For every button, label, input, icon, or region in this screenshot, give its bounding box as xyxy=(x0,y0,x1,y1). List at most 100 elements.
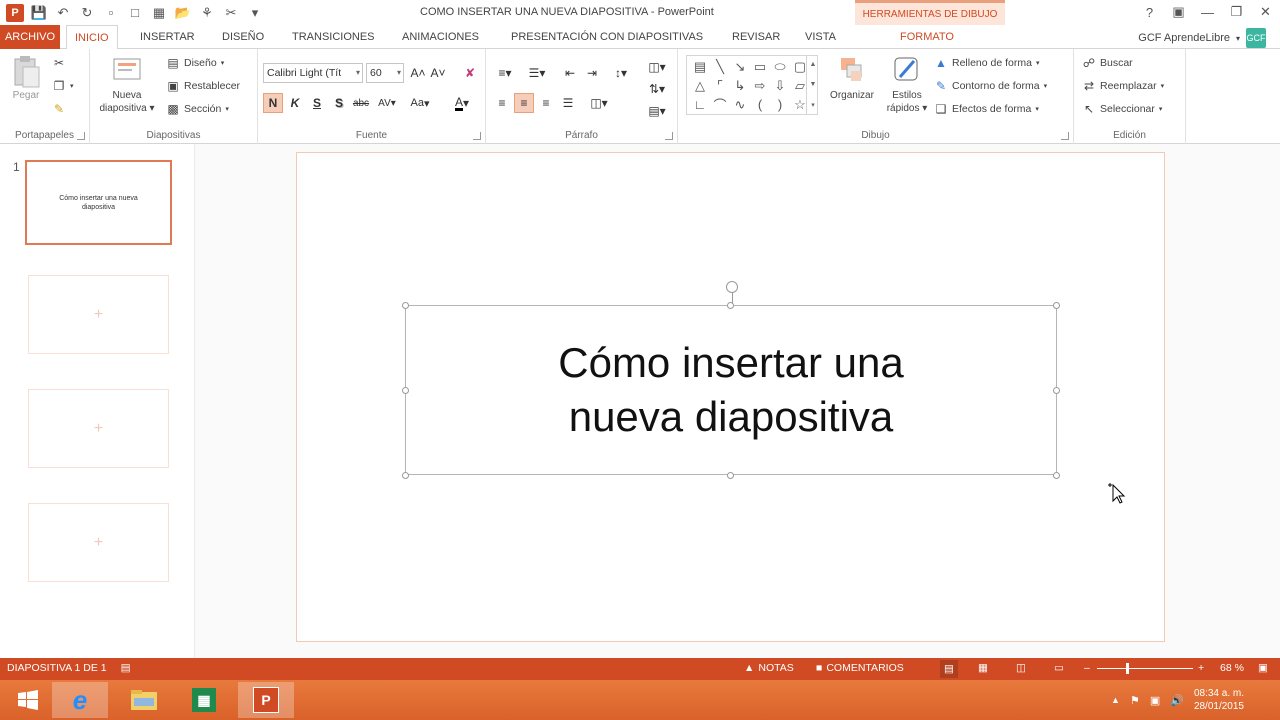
spellcheck-icon[interactable]: ▤ xyxy=(121,662,131,674)
align-right-icon[interactable]: ≡ xyxy=(536,93,556,113)
chevron-down-icon[interactable]: ▼ xyxy=(810,81,817,88)
dialog-launcher-icon[interactable] xyxy=(473,132,481,140)
shape-fill-button[interactable]: ▲ Relleno de forma ▾ xyxy=(934,56,1039,70)
tab-archivo[interactable]: ARCHIVO xyxy=(0,25,60,49)
cut-icon[interactable]: ✂ xyxy=(220,2,242,24)
clock[interactable]: 08:34 a. m. 28/01/2015 xyxy=(1194,687,1244,713)
shape-effects-button[interactable]: ❑ Efectos de forma ▾ xyxy=(934,102,1039,116)
layout-icon[interactable]: ▦ xyxy=(148,2,170,24)
normal-view-button[interactable]: ▤ xyxy=(940,660,958,678)
character-spacing-button[interactable]: AV ▾ xyxy=(374,93,400,113)
strikethrough-button[interactable]: abc xyxy=(351,93,371,113)
tab-formato[interactable]: FORMATO xyxy=(892,25,962,49)
redo-icon[interactable]: ↻ xyxy=(76,2,98,24)
clear-format-icon[interactable]: ✘ xyxy=(460,63,480,83)
shapes-gallery[interactable]: ▤ ╲ ↘ ▭ ⬭ ▢ △ ⌜ ↳ ⇨ ⇩ ▱ ∟ ⌒ ∿ ( ) ☆ xyxy=(686,55,818,115)
notes-button[interactable]: ▲ NOTAS xyxy=(744,662,794,674)
dialog-launcher-icon[interactable] xyxy=(665,132,673,140)
taskbar-ie[interactable]: e xyxy=(52,682,108,718)
paste-button[interactable]: Pegar xyxy=(6,55,46,102)
slideshow-button[interactable]: ▭ xyxy=(1054,662,1064,674)
freeform-shape-icon[interactable]: ∿ xyxy=(730,95,750,114)
tab-vista[interactable]: VISTA xyxy=(797,25,844,49)
font-name-combo[interactable]: Calibri Light (Tít ▾ xyxy=(263,63,363,83)
line-shape-icon[interactable]: ╲ xyxy=(710,57,730,76)
save-icon[interactable]: 💾 xyxy=(28,2,50,24)
shrink-font-icon[interactable]: A˅ xyxy=(428,63,448,83)
taskbar-store[interactable]: ▦ xyxy=(176,682,232,718)
slide-sorter-button[interactable]: ▦ xyxy=(978,662,988,674)
elbow-connector-shape-icon[interactable]: ⌜ xyxy=(710,76,730,95)
font-color-button[interactable]: A ▾ xyxy=(448,93,476,113)
shape-outline-button[interactable]: ✎ Contorno de forma ▾ xyxy=(934,79,1047,93)
chevron-up-icon[interactable]: ▲ xyxy=(810,61,817,68)
columns-icon[interactable]: ◫▾ xyxy=(644,57,670,77)
font-size-combo[interactable]: 60 ▾ xyxy=(366,63,404,83)
tab-presentacion[interactable]: PRESENTACIÓN CON DIAPOSITIVAS xyxy=(503,25,711,49)
zoom-slider-thumb[interactable] xyxy=(1126,663,1129,674)
change-case-button[interactable]: Aa ▾ xyxy=(406,93,434,113)
print-preview-icon[interactable]: ⚘ xyxy=(196,2,218,24)
help-icon[interactable]: ? xyxy=(1135,0,1164,24)
new-slide-placeholder[interactable]: + xyxy=(28,389,169,468)
chevron-up-icon[interactable]: ▲ xyxy=(1111,695,1120,705)
right-brace-shape-icon[interactable]: ) xyxy=(770,95,790,114)
resize-handle-bottom[interactable] xyxy=(727,472,734,479)
start-presentation-icon[interactable]: ▫ xyxy=(100,2,122,24)
arrange-button[interactable]: Organizar xyxy=(824,55,880,102)
right-arrow-shape-icon[interactable]: ⇨ xyxy=(750,76,770,95)
resize-handle-top[interactable] xyxy=(727,302,734,309)
find-button[interactable]: ☍ Buscar xyxy=(1082,56,1133,70)
select-button[interactable]: ↖ Seleccionar ▾ xyxy=(1082,102,1162,116)
fit-slide-icon[interactable]: ▣ xyxy=(1258,662,1268,674)
account-area[interactable]: GCF AprendeLibre ▾ GCF xyxy=(1138,28,1266,48)
new-document-icon[interactable]: □ xyxy=(124,2,146,24)
down-arrow-shape-icon[interactable]: ⇩ xyxy=(770,76,790,95)
quick-styles-button[interactable]: Estilos rápidos ▾ xyxy=(882,55,932,115)
cut-button[interactable]: ✂ xyxy=(52,56,66,70)
slide-thumbnail-1[interactable]: Cómo insertar una nueva diapositiva xyxy=(25,160,172,245)
taskbar-explorer[interactable] xyxy=(116,682,172,718)
taskbar-powerpoint[interactable]: P xyxy=(238,682,294,718)
slide-title[interactable]: Cómo insertar una nueva diapositiva xyxy=(501,336,961,444)
align-text-icon[interactable]: ▤▾ xyxy=(644,101,670,121)
app-icon[interactable]: P xyxy=(4,2,26,24)
section-button[interactable]: ▩ Sección ▾ xyxy=(166,102,229,116)
increase-indent-icon[interactable]: ⇥ xyxy=(582,63,602,83)
arrow-line-shape-icon[interactable]: ↘ xyxy=(730,57,750,76)
new-slide-placeholder[interactable]: + xyxy=(28,503,169,582)
zoom-level[interactable]: 68 % xyxy=(1220,662,1244,674)
justify-icon[interactable]: ☰ xyxy=(558,93,578,113)
align-center-icon[interactable]: ≡ xyxy=(514,93,534,113)
oval-shape-icon[interactable]: ⬭ xyxy=(770,57,790,76)
undo-icon[interactable]: ↶ xyxy=(52,2,74,24)
ribbon-display-icon[interactable]: ▣ xyxy=(1164,0,1193,24)
zoom-slider-track[interactable] xyxy=(1097,668,1193,669)
dialog-launcher-icon[interactable] xyxy=(1061,132,1069,140)
grow-font-icon[interactable]: A˄ xyxy=(408,63,428,83)
reset-button[interactable]: ▣ Restablecer xyxy=(166,79,240,93)
start-button[interactable] xyxy=(0,682,56,718)
more-icon[interactable]: ▾ xyxy=(811,101,815,109)
textbox-shape-icon[interactable]: ▤ xyxy=(690,57,710,76)
left-brace-shape-icon[interactable]: ( xyxy=(750,95,770,114)
slide-canvas[interactable]: Cómo insertar una nueva diapositiva xyxy=(296,152,1165,642)
bold-button[interactable]: N xyxy=(263,93,283,113)
zoom-out-button[interactable]: – xyxy=(1084,662,1090,674)
copy-button[interactable]: ❐ ▾ xyxy=(52,79,74,93)
align-left-icon[interactable]: ≡ xyxy=(492,93,512,113)
tab-insertar[interactable]: INSERTAR xyxy=(132,25,203,49)
text-direction-icon[interactable]: ⇅▾ xyxy=(644,79,670,99)
close-icon[interactable]: ✕ xyxy=(1251,0,1280,24)
comments-button[interactable]: ■ COMENTARIOS xyxy=(816,662,904,674)
resize-handle-bottom-right[interactable] xyxy=(1053,472,1060,479)
new-slide-button[interactable]: Nueva diapositiva ▾ xyxy=(94,55,160,115)
underline-button[interactable]: S xyxy=(307,93,327,113)
resize-handle-right[interactable] xyxy=(1053,387,1060,394)
format-painter-button[interactable]: ✎ xyxy=(52,102,66,116)
reading-view-button[interactable]: ◫ xyxy=(1016,662,1026,674)
new-slide-placeholder[interactable]: + xyxy=(28,275,169,354)
column-layout-icon[interactable]: ◫▾ xyxy=(586,93,612,113)
replace-button[interactable]: ⇄ Reemplazar ▾ xyxy=(1082,79,1164,93)
rotate-handle[interactable] xyxy=(726,281,738,293)
